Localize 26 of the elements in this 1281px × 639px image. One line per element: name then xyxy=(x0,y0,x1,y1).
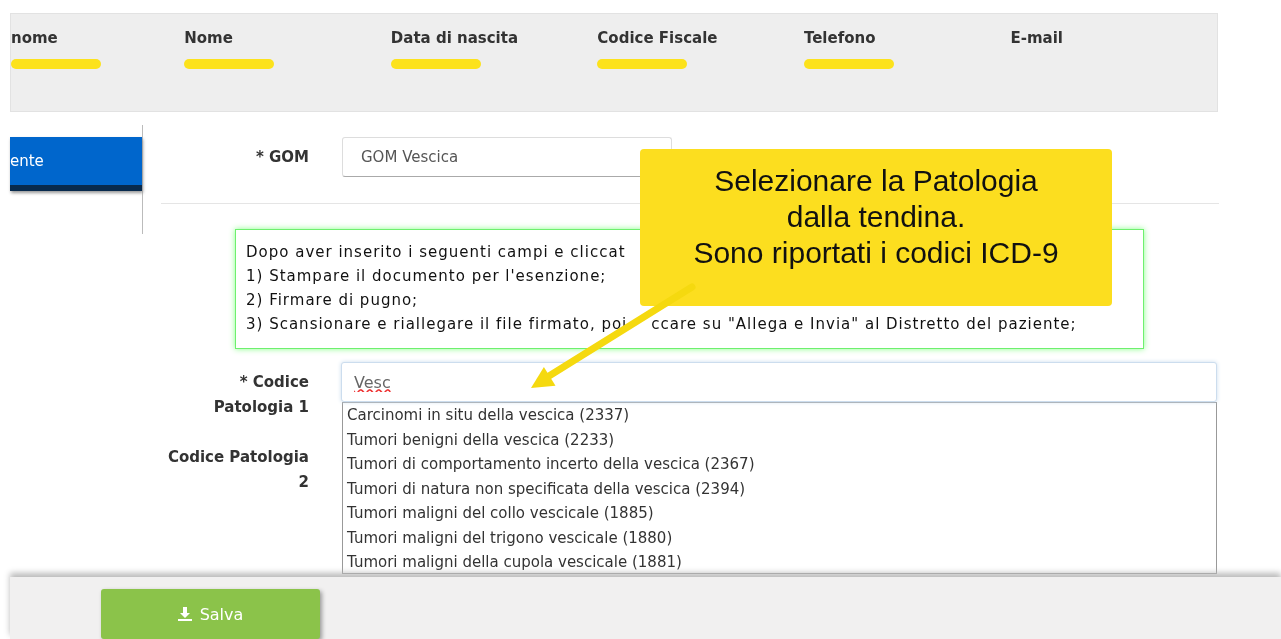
info-text: ccare su "Allega e Invia" al Distretto del paziente; xyxy=(651,314,1077,335)
info-text: Dopo aver inserito i seguenti campi e cliccat xyxy=(246,243,626,261)
sidebar-button[interactable]: ente xyxy=(10,137,142,191)
suggestion-item[interactable]: Tumori maligni della cupola vescicale (1881) xyxy=(347,550,1216,573)
suggestion-item[interactable]: Tumori di comportamento incerto della vescica (2367) xyxy=(347,452,1216,477)
suggestion-item[interactable]: Tumori maligni del collo vescicale (1885) xyxy=(347,501,1216,526)
field-label: Codice Patologia 2 xyxy=(166,447,309,493)
input-field[interactable]: Vesc xyxy=(341,362,1217,402)
suggestion-item[interactable]: Tumori di natura non specificata della vescica (2394) xyxy=(347,476,1216,501)
field-label: * GOM xyxy=(254,148,309,166)
column-label: Nome xyxy=(184,29,233,47)
field-label: * Codice Patologia 1 xyxy=(212,372,309,418)
column-label: Data di nascita xyxy=(390,29,519,47)
column-label: Codice Fiscale xyxy=(597,29,718,47)
callout-text: Selezionare la Patologia xyxy=(713,163,1039,199)
column-label: Telefono xyxy=(803,29,876,47)
info-text: 2) Firmare di pugno; xyxy=(246,291,419,309)
suggestion-item[interactable]: Carcinomi in situ della vescica (2337) xyxy=(347,403,1216,428)
callout-text: dalla tendina. xyxy=(785,199,967,235)
column-label: E-mail xyxy=(1010,29,1063,47)
callout-text: Sono riportati i codici ICD-9 xyxy=(692,235,1060,271)
download-icon xyxy=(177,607,192,621)
suggestion-item[interactable]: Tumori benigni della vescica (2233) xyxy=(347,427,1216,452)
suggestion-item[interactable]: Tumori maligni del trigono vescicale (1880) xyxy=(347,525,1216,550)
column-label: nome xyxy=(11,29,58,47)
info-text: 1) Stampare il documento per l'esenzione; xyxy=(246,267,607,285)
